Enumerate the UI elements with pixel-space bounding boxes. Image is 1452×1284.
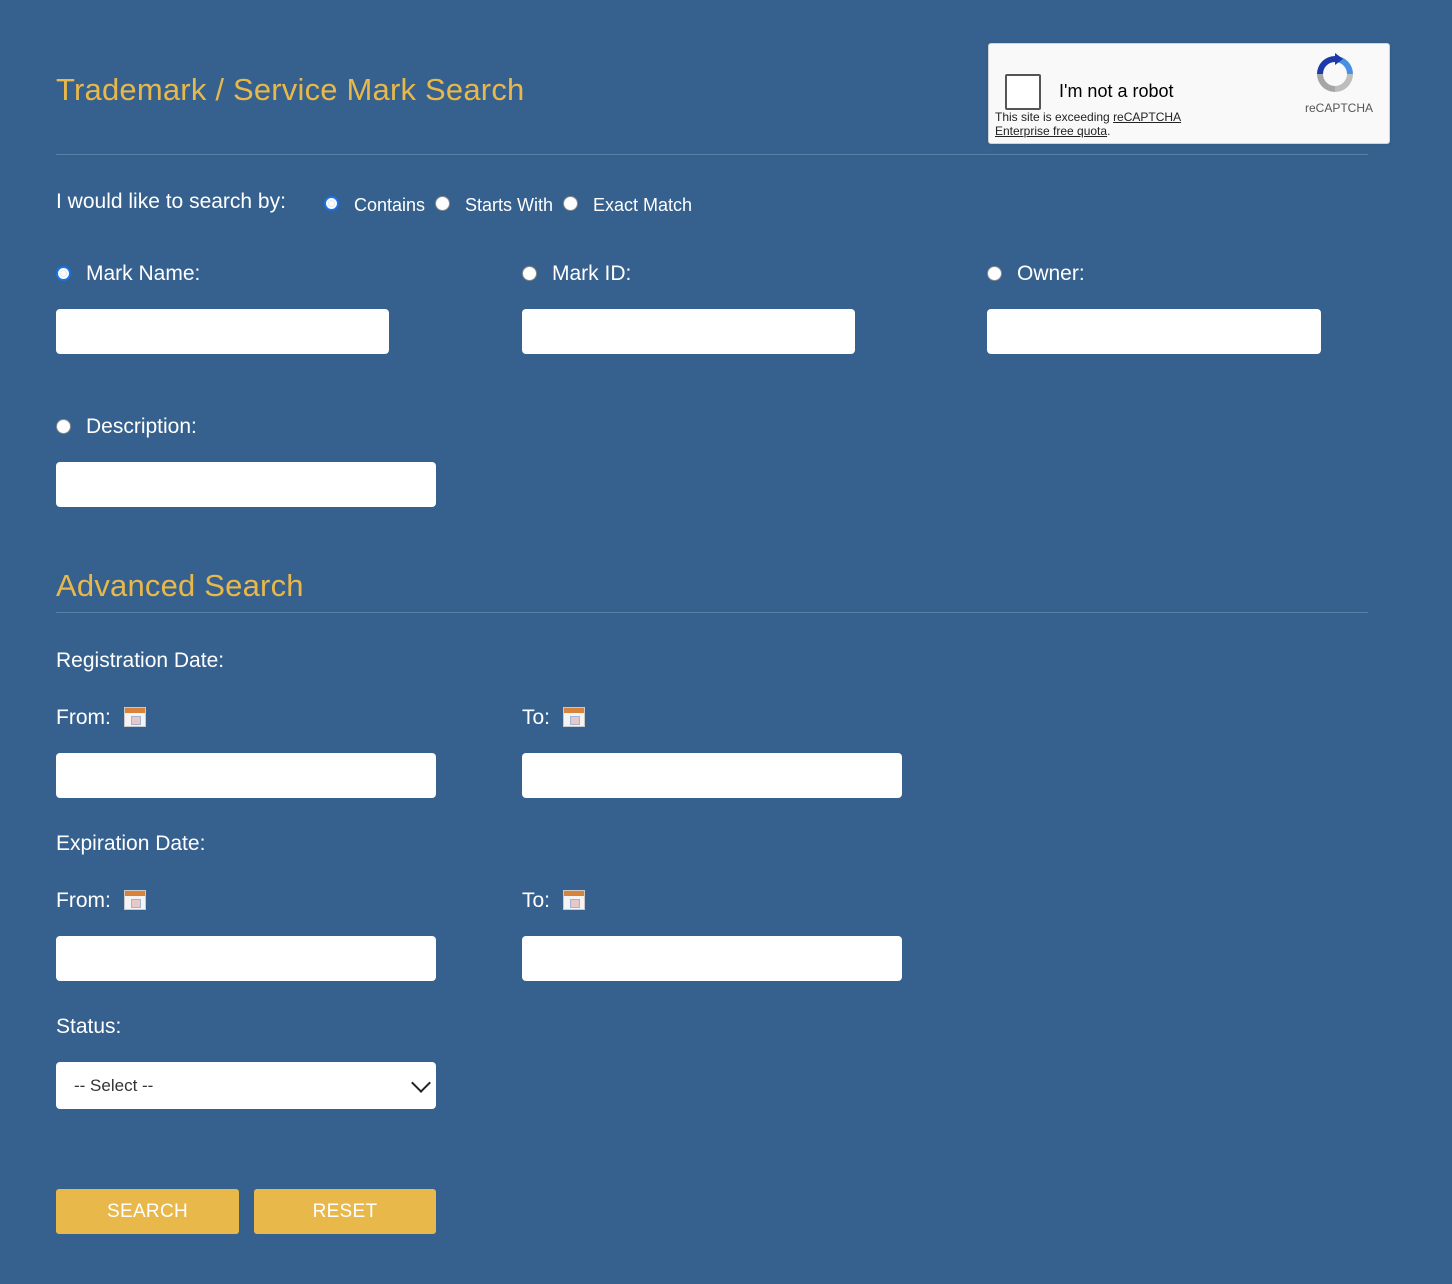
search-by-label: I would like to search by: <box>56 190 286 213</box>
reset-button[interactable]: RESET <box>254 1189 436 1234</box>
status-label: Status: <box>56 1015 122 1038</box>
recaptcha-brand: reCAPTCHA <box>1304 101 1373 115</box>
page-title: Trademark / Service Mark Search <box>56 72 525 107</box>
header-divider <box>56 154 1368 155</box>
description-input[interactable] <box>56 462 436 507</box>
description-label: Description: <box>86 415 197 438</box>
advanced-search-title: Advanced Search <box>56 568 304 603</box>
radio-contains[interactable] <box>324 196 339 211</box>
registration-to-calendar-icon[interactable] <box>563 707 585 727</box>
mark-id-input[interactable] <box>522 309 855 354</box>
recaptcha-label: I'm not a robot <box>1059 81 1174 101</box>
recaptcha-quota-note: This site is exceeding reCAPTCHA Enterpr… <box>995 110 1225 138</box>
option-starts-with-label: Starts With <box>465 195 554 215</box>
recaptcha-checkbox[interactable] <box>1005 74 1041 110</box>
registration-to-input[interactable] <box>522 753 902 798</box>
owner-input[interactable] <box>987 309 1321 354</box>
option-contains-label: Contains <box>354 195 426 215</box>
status-select[interactable]: -- Select -- <box>56 1062 436 1109</box>
expiration-date-label: Expiration Date: <box>56 832 206 855</box>
radio-starts-with[interactable] <box>435 196 450 211</box>
recaptcha-note-prefix: This site is exceeding <box>995 110 1114 124</box>
mark-id-label: Mark ID: <box>552 262 632 285</box>
radio-owner[interactable] <box>987 266 1002 281</box>
option-exact-match-label: Exact Match <box>593 195 693 215</box>
search-button[interactable]: SEARCH <box>56 1189 239 1234</box>
mark-name-label: Mark Name: <box>86 262 201 285</box>
radio-mark-name[interactable] <box>56 266 71 281</box>
expiration-to-input[interactable] <box>522 936 902 981</box>
radio-description[interactable] <box>56 419 71 434</box>
registration-to-label: To: <box>522 706 551 729</box>
advanced-divider <box>56 612 1368 613</box>
recaptcha-note-suffix: . <box>1107 124 1111 138</box>
expiration-from-label: From: <box>56 889 111 912</box>
recaptcha-widget: I'm not a robot reCAPTCHA This site is e… <box>988 43 1390 144</box>
chevron-down-icon <box>411 1073 431 1093</box>
registration-from-calendar-icon[interactable] <box>124 707 146 727</box>
status-selected-value: -- Select -- <box>74 1075 154 1095</box>
recaptcha-logo-icon <box>1317 53 1353 92</box>
radio-exact-match[interactable] <box>563 196 578 211</box>
owner-label: Owner: <box>1017 262 1085 285</box>
radio-mark-id[interactable] <box>522 266 537 281</box>
expiration-from-input[interactable] <box>56 936 436 981</box>
expiration-to-label: To: <box>522 889 551 912</box>
expiration-from-calendar-icon[interactable] <box>124 890 146 910</box>
registration-from-label: From: <box>56 706 111 729</box>
expiration-to-calendar-icon[interactable] <box>563 890 585 910</box>
mark-name-input[interactable] <box>56 309 389 354</box>
registration-from-input[interactable] <box>56 753 436 798</box>
registration-date-label: Registration Date: <box>56 649 225 672</box>
